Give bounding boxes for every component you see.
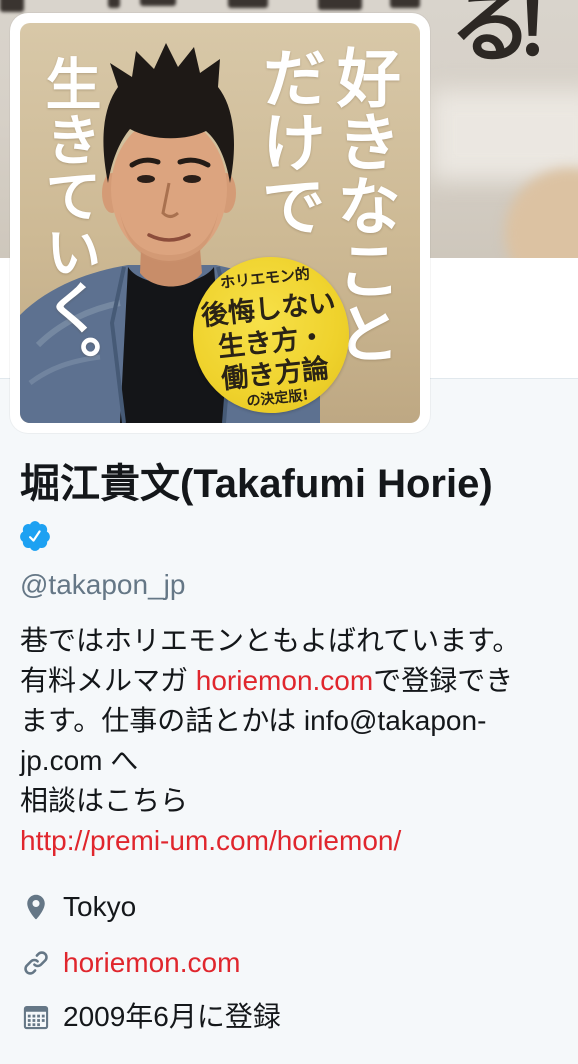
banner-photo-shape — [390, 0, 420, 8]
banner-photo-shape — [228, 0, 268, 8]
profile-bio: 巷ではホリエモンともよばれています。 有料メルマガ horiemon.comで登… — [20, 621, 570, 861]
avatar-eye — [183, 175, 201, 183]
bio-line: 有料メルマガ horiemon.comで登録でき — [20, 661, 570, 701]
profile-page: る！ 好きなこと だけで 生きていく。 ホリエモン的 後悔しない 生き方・ 働き… — [0, 0, 578, 1064]
banner-photo-shape — [140, 0, 176, 6]
avatar-title-line: 生きていく。 — [36, 55, 101, 391]
banner-photo-shape — [430, 90, 578, 180]
location-text: Tokyo — [63, 891, 137, 922]
profile-website: horiemon.com — [0, 943, 578, 983]
avatar-yellow-seal: ホリエモン的 後悔しない 生き方・ 働き方論 の決定版! — [185, 249, 357, 421]
banner-photo-shape — [0, 0, 24, 12]
profile-location: Tokyo — [0, 887, 578, 927]
bio-text: 相談はこちら — [20, 785, 189, 816]
join-date-text: 2009年6月に登録 — [63, 1001, 281, 1032]
link-icon — [22, 949, 50, 977]
banner-text: る！ — [450, 0, 578, 74]
bio-link-horiemon[interactable]: horiemon.com — [196, 665, 373, 696]
profile-header-card: 堀江貴文(Takafumi Horie) @takapon_jp 巷ではホリエモ… — [0, 440, 578, 1064]
banner-photo-shape — [108, 0, 120, 8]
bio-text: ます。仕事の話とかは info@takapon- — [20, 705, 487, 736]
banner-photo-shape — [318, 0, 362, 10]
bio-link-premium[interactable]: http://premi-um.com/horiemon/ — [20, 825, 401, 856]
bio-line: 相談はこちら — [20, 781, 570, 821]
bio-line: ます。仕事の話とかは info@takapon- — [20, 701, 570, 741]
profile-avatar[interactable]: 好きなこと だけで 生きていく。 ホリエモン的 後悔しない 生き方・ 働き方論 … — [10, 13, 430, 433]
avatar-title-line: だけで — [251, 45, 325, 237]
banner-photo-shape — [505, 168, 578, 258]
bio-line: http://premi-um.com/horiemon/ — [20, 821, 570, 861]
bio-text: jp.com へ — [20, 745, 139, 776]
profile-join-date: 2009年6月に登録 — [0, 997, 578, 1037]
location-pin-icon — [22, 893, 50, 921]
profile-name[interactable]: 堀江貴文(Takafumi Horie) — [20, 460, 493, 508]
avatar-image: 好きなこと だけで 生きていく。 ホリエモン的 後悔しない 生き方・ 働き方論 … — [20, 23, 420, 423]
website-link[interactable]: horiemon.com — [63, 943, 240, 983]
bio-text: で登録でき — [373, 665, 514, 696]
calendar-icon — [22, 1003, 50, 1031]
bio-text: 有料メルマガ — [20, 665, 196, 696]
verified-badge-icon — [18, 519, 52, 553]
bio-line: jp.com へ — [20, 741, 570, 781]
bio-text: 巷ではホリエモンともよばれています。 — [20, 625, 521, 656]
profile-handle[interactable]: @takapon_jp — [20, 566, 185, 604]
bio-line: 巷ではホリエモンともよばれています。 — [20, 621, 570, 661]
avatar-eye — [137, 175, 155, 183]
